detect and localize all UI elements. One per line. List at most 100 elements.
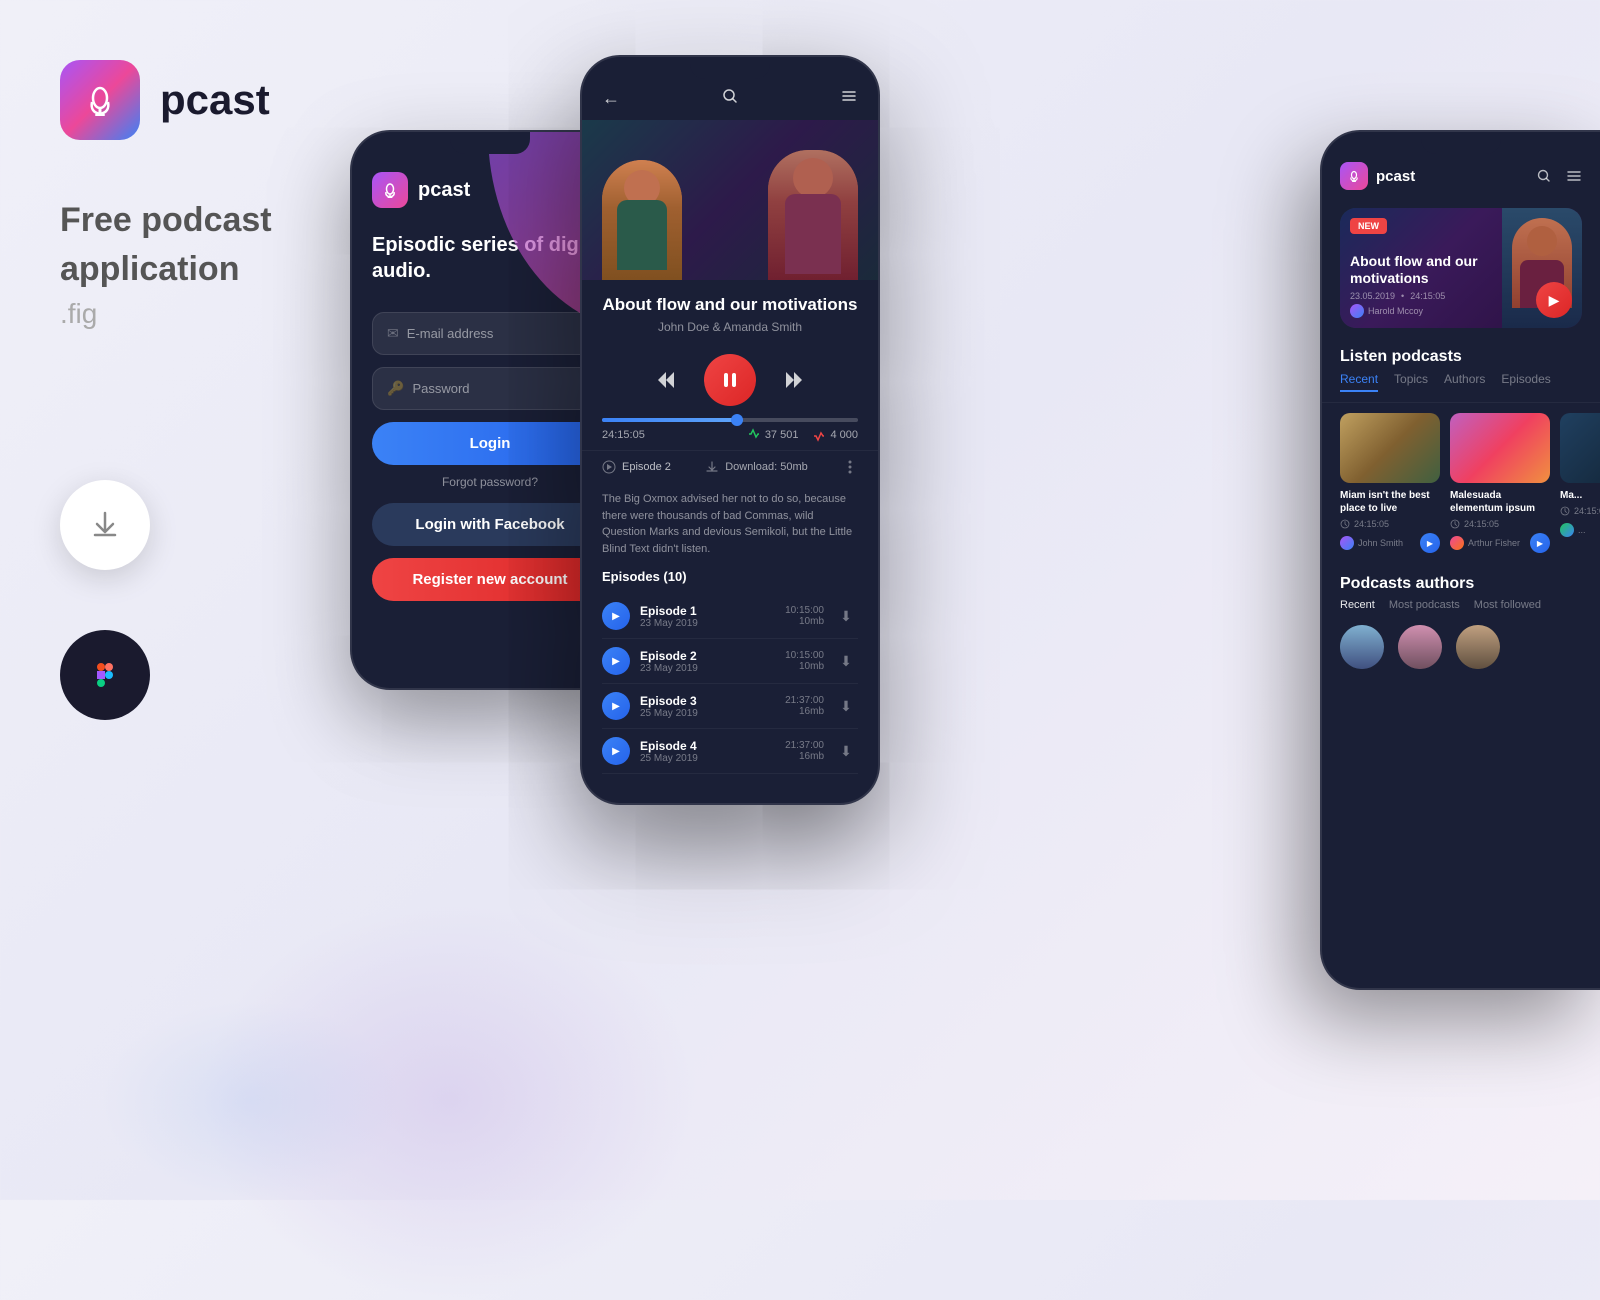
player-title: About flow and our motivations (602, 294, 858, 316)
ep3-duration: 21:37:00 (785, 695, 824, 706)
menu-button[interactable] (840, 87, 858, 110)
email-input[interactable]: ✉ E-mail address (372, 312, 608, 355)
podcast-card-3-meta: 24:15:05 (1560, 506, 1600, 516)
podcast-card-2-author-row: Arthur Fisher ▶ (1450, 533, 1550, 553)
podcast-card-3-title: Ma... (1560, 489, 1600, 502)
podcast-card-1-title: Miam isn't the best place to live (1340, 489, 1440, 515)
rewind-button[interactable] (648, 362, 684, 398)
phone3-menu-icon[interactable] (1566, 168, 1582, 184)
forward-button[interactable] (776, 362, 812, 398)
register-button[interactable]: Register new account (372, 558, 608, 601)
hero-person-left (602, 160, 682, 280)
ep1-size: 10mb (785, 616, 824, 627)
progress-indicator (731, 414, 743, 426)
ep4-download-button[interactable]: ⬇ (834, 739, 858, 763)
ep3-meta: 21:37:00 16mb (785, 695, 824, 717)
more-options-icon[interactable] (842, 459, 858, 475)
logo-area: pcast (60, 60, 380, 140)
forgot-password-link[interactable]: Forgot password? (372, 475, 608, 489)
phone2-player: ← About flow and our motivatio (580, 55, 880, 805)
tab-authors[interactable]: Authors (1444, 372, 1485, 392)
ep4-info: Episode 4 25 May 2019 (640, 739, 775, 764)
podcast-thumb-1 (1340, 413, 1440, 483)
ep3-play-button[interactable]: ▶ (602, 692, 630, 720)
authors-tab-most-podcasts[interactable]: Most podcasts (1389, 599, 1460, 611)
hero-bg (582, 120, 878, 280)
episodes-section: Episodes (10) ▶ Episode 1 23 May 2019 10… (582, 569, 878, 774)
author-item-2 (1398, 625, 1442, 669)
facebook-login-button[interactable]: Login with Facebook (372, 503, 608, 546)
episode-row: ▶ Episode 3 25 May 2019 21:37:00 16mb ⬇ (602, 684, 858, 729)
authors-tab-recent[interactable]: Recent (1340, 599, 1375, 611)
ep4-play-button[interactable]: ▶ (602, 737, 630, 765)
episode-info-bar: Episode 2 Download: 50mb (582, 450, 878, 483)
search-button[interactable] (721, 87, 739, 110)
pc1-author-name: John Smith (1358, 538, 1403, 548)
podcast-thumb-2 (1450, 413, 1550, 483)
download-label-area: Download: 50mb (705, 460, 808, 474)
pc2-play-button[interactable]: ▶ (1530, 533, 1550, 553)
ep2-play-button[interactable]: ▶ (602, 647, 630, 675)
featured-card: NEW About flow and our motivations 23.05… (1340, 208, 1582, 328)
featured-title: About flow and our motivations (1350, 253, 1532, 287)
thumb-building-img (1340, 413, 1440, 483)
stats-icons: 37 501 4 000 (747, 428, 858, 442)
phone3-browse: pcast NEW About flow and our motivations… (1320, 130, 1600, 990)
ep2-download-button[interactable]: ⬇ (834, 649, 858, 673)
pc3-author-name: ... (1578, 525, 1586, 535)
ep2-size: 10mb (785, 661, 824, 672)
progress-bar[interactable] (602, 418, 858, 422)
hero-person-right (768, 150, 858, 280)
pause-button[interactable] (704, 354, 756, 406)
ep1-meta: 10:15:00 10mb (785, 605, 824, 627)
password-input[interactable]: 🔑 Password (372, 367, 608, 410)
dislikes-count: 4 000 (830, 429, 858, 441)
podcast-card-1-author-row: John Smith ▶ (1340, 533, 1440, 553)
podcast-card-1-meta: 24:15:05 (1340, 519, 1440, 529)
episode-description: The Big Oxmox advised her not to do so, … (582, 483, 878, 569)
listen-tabs: Recent Topics Authors Episodes (1322, 372, 1600, 403)
ep3-download-button[interactable]: ⬇ (834, 694, 858, 718)
phone3-header-icons (1536, 168, 1582, 184)
pc1-duration: 24:15:05 (1354, 519, 1389, 529)
pc3-author-avatar (1560, 523, 1574, 537)
login-button[interactable]: Login (372, 422, 608, 465)
featured-duration-sep: • (1401, 291, 1404, 301)
featured-play-button[interactable]: ▶ (1536, 282, 1572, 318)
authors-tab-most-followed[interactable]: Most followed (1474, 599, 1541, 611)
tagline-line1: Free podcast (60, 200, 380, 241)
back-button[interactable]: ← (602, 88, 620, 109)
ep4-duration: 21:37:00 (785, 740, 824, 751)
ep1-download-button[interactable]: ⬇ (834, 604, 858, 628)
phone3-search-icon[interactable] (1536, 168, 1552, 184)
figma-button[interactable] (60, 630, 150, 720)
episode-label-area: Episode 2 (602, 460, 671, 474)
ep2-name: Episode 2 (640, 649, 775, 663)
pc1-author: John Smith (1340, 536, 1403, 550)
tab-recent[interactable]: Recent (1340, 372, 1378, 392)
phone1-notch (450, 132, 530, 154)
hero-image (582, 120, 878, 280)
ep3-size: 16mb (785, 706, 824, 717)
ep3-date: 25 May 2019 (640, 708, 775, 719)
pc3-duration: 24:15:05 (1574, 506, 1600, 516)
player-title-area: About flow and our motivations John Doe … (582, 280, 878, 342)
podcast-card-2-title: Malesuada elementum ipsum (1450, 489, 1550, 515)
featured-info: About flow and our motivations 23.05.201… (1350, 253, 1532, 318)
podcast-card-3-author-row: ... ▶ (1560, 520, 1600, 540)
pc1-author-avatar (1340, 536, 1354, 550)
pc1-play-button[interactable]: ▶ (1420, 533, 1440, 553)
episode-row: ▶ Episode 4 25 May 2019 21:37:00 16mb ⬇ (602, 729, 858, 774)
progress-area: 24:15:05 37 501 4 000 (582, 418, 878, 450)
authors-tabs-row: Recent Most podcasts Most followed (1322, 599, 1600, 619)
featured-author-name: Harold Mccoy (1368, 306, 1423, 316)
tab-episodes[interactable]: Episodes (1501, 372, 1550, 392)
progress-fill (602, 418, 743, 422)
download-button[interactable] (60, 480, 150, 570)
podcast-card-2: Malesuada elementum ipsum 24:15:05 Arthu… (1450, 413, 1550, 553)
likes-count: 37 501 (765, 429, 799, 441)
ep1-play-button[interactable]: ▶ (602, 602, 630, 630)
ep4-meta: 21:37:00 16mb (785, 740, 824, 762)
tab-topics[interactable]: Topics (1394, 372, 1428, 392)
author-1-avatar (1340, 625, 1384, 669)
